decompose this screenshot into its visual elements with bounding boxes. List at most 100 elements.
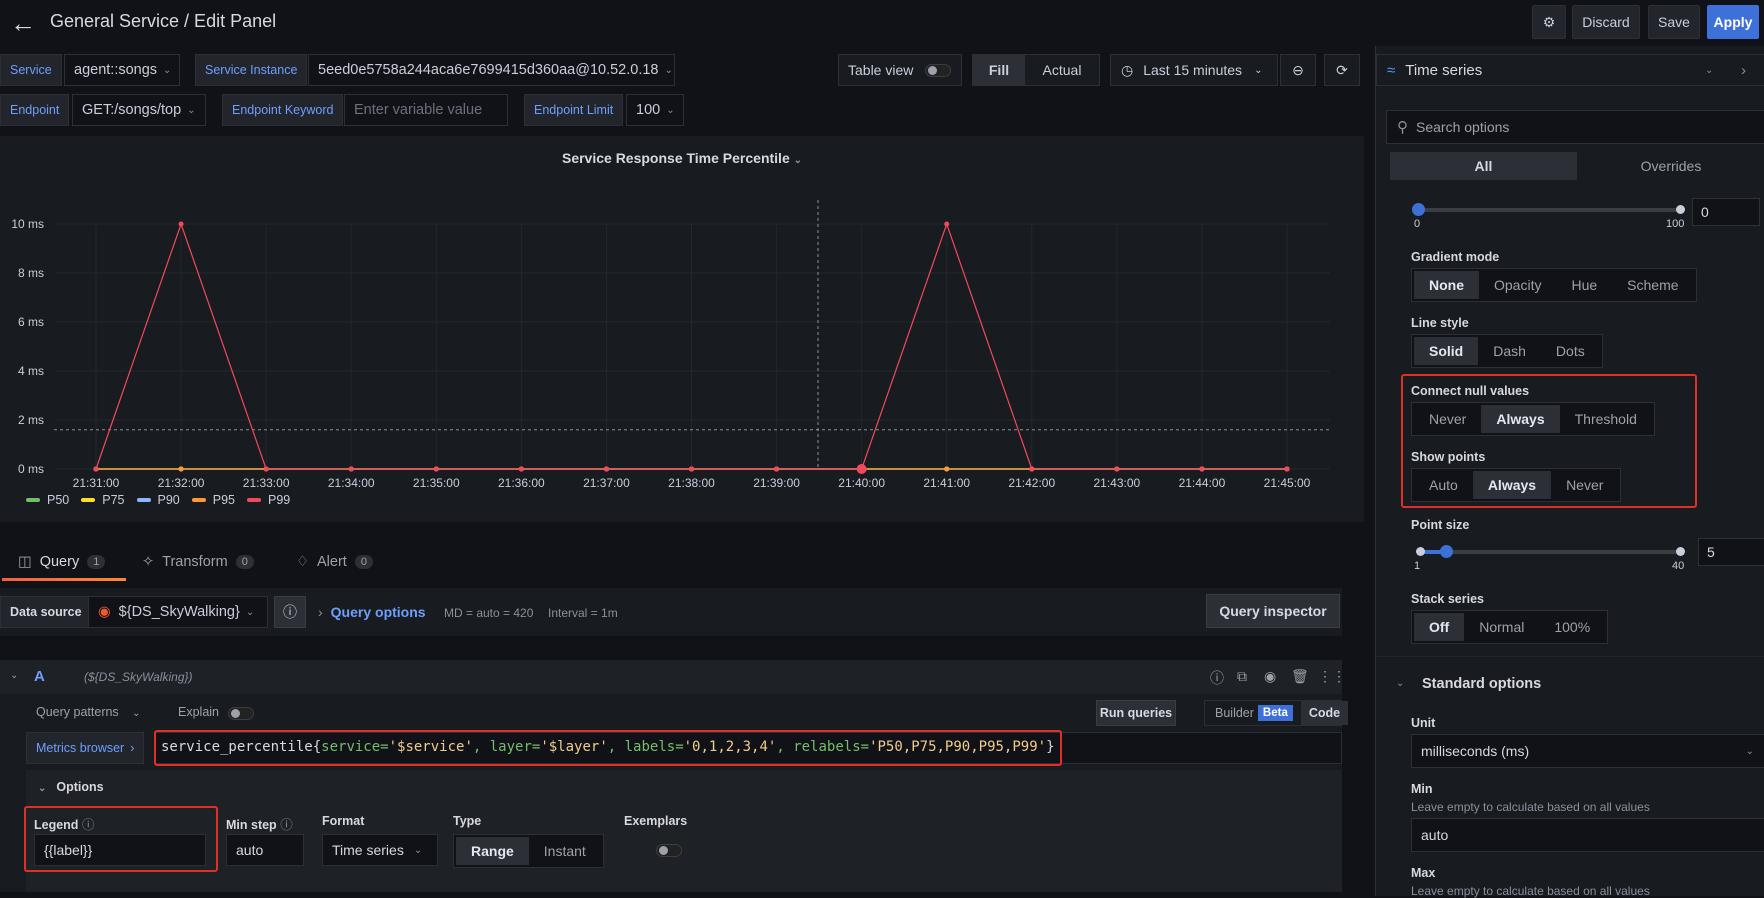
show-points-option-auto[interactable]: Auto xyxy=(1414,471,1473,499)
gradient-mode-option-hue[interactable]: Hue xyxy=(1556,271,1612,299)
variable-label-endpoint-keyword: Endpoint Keyword xyxy=(222,94,344,126)
tab-all[interactable]: All xyxy=(1390,152,1577,180)
show-points-radio: Auto Always Never xyxy=(1411,468,1622,502)
query-ref-id[interactable]: A xyxy=(34,668,45,685)
help-button[interactable]: ⓘ xyxy=(274,596,306,628)
connect-null-option-threshold[interactable]: Threshold xyxy=(1560,405,1652,433)
min-step-label: Min step ⓘ xyxy=(226,818,293,832)
exemplars-toggle[interactable] xyxy=(656,844,683,857)
min-step-input[interactable]: auto xyxy=(226,834,304,866)
explain-toggle[interactable] xyxy=(228,707,254,720)
gradient-mode-option-opacity[interactable]: Opacity xyxy=(1479,271,1556,299)
active-tab-underline xyxy=(2,578,126,581)
zoom-out-button[interactable]: ⊖ xyxy=(1280,54,1316,86)
line-style-option-dots[interactable]: Dots xyxy=(1541,337,1600,365)
legend-item[interactable]: P75 xyxy=(81,493,125,507)
slider-handle[interactable] xyxy=(1440,545,1453,558)
visualization-picker[interactable]: ≈ Time series ⌄ › xyxy=(1376,54,1764,86)
clock-icon: ◷ xyxy=(1121,61,1134,78)
format-select[interactable]: Time series ⌄ xyxy=(322,834,438,866)
query-patterns-dropdown[interactable]: Query patterns ⌄ xyxy=(36,705,141,719)
endpoint-select[interactable]: GET:/songs/top ⌄ xyxy=(72,94,206,126)
connect-null-option-never[interactable]: Never xyxy=(1414,405,1481,433)
metrics-browser-button[interactable]: Metrics browser › xyxy=(26,732,145,764)
connect-null-option-always[interactable]: Always xyxy=(1481,405,1560,433)
chevron-down-icon: ⌄ xyxy=(245,606,255,618)
time-range-picker[interactable]: ◷ Last 15 minutes ⌄ xyxy=(1110,54,1278,86)
fill-opacity-input[interactable]: 0 xyxy=(1692,198,1760,226)
duplicate-icon[interactable]: ⧉ xyxy=(1237,668,1247,685)
type-instant-option[interactable]: Instant xyxy=(529,837,601,865)
line-style-label: Line style xyxy=(1411,316,1469,330)
point-size-slider[interactable] xyxy=(1416,545,1685,558)
run-queries-button[interactable]: Run queries xyxy=(1096,700,1176,726)
data-point-p99 xyxy=(263,466,269,472)
builder-mode-button[interactable]: Builder xyxy=(1205,706,1258,720)
fill-button[interactable]: Fill xyxy=(973,55,1025,85)
line-style-option-solid[interactable]: Solid xyxy=(1414,337,1479,365)
tab-transform[interactable]: ✧ Transform 0 xyxy=(142,544,254,580)
tab-alert[interactable]: ♢ Alert 0 xyxy=(296,544,373,580)
drag-handle-icon[interactable]: ⋮⋮ xyxy=(1318,668,1346,685)
x-tick-label: 21:32:00 xyxy=(158,476,205,490)
format-label: Format xyxy=(322,814,365,828)
query-datasource-name: (${DS_SkyWalking}) xyxy=(84,670,193,684)
show-points-option-always[interactable]: Always xyxy=(1472,471,1552,499)
query-inspector-button[interactable]: Query inspector xyxy=(1206,594,1340,628)
type-range-option[interactable]: Range xyxy=(456,837,529,865)
options-toggle[interactable]: ⌄ Options xyxy=(38,780,104,794)
x-tick-label: 21:35:00 xyxy=(413,476,460,490)
service-instance-select[interactable]: 5eed0e5758a244aca6e7699415d360aa@10.52.0… xyxy=(308,54,675,86)
settings-button[interactable]: ⚙ xyxy=(1532,5,1566,39)
unit-select[interactable]: milliseconds (ms) ⌄ xyxy=(1411,734,1764,768)
endpoint-limit-select[interactable]: 100 ⌄ xyxy=(626,94,684,126)
stack-series-option-100[interactable]: 100% xyxy=(1539,613,1605,641)
stack-series-option-off[interactable]: Off xyxy=(1414,613,1465,641)
fill-opacity-slider[interactable] xyxy=(1412,203,1685,216)
endpoint-keyword-input[interactable]: Enter variable value xyxy=(344,94,508,126)
legend-item[interactable]: P50 xyxy=(26,493,69,507)
gradient-mode-radio: None Opacity Hue Scheme xyxy=(1411,268,1697,302)
discard-button[interactable]: Discard xyxy=(1572,5,1640,39)
legend-item[interactable]: P95 xyxy=(191,493,235,507)
stack-series-option-normal[interactable]: Normal xyxy=(1464,613,1539,641)
eye-icon[interactable]: ◉ xyxy=(1264,668,1276,685)
legend-swatch xyxy=(136,498,151,502)
data-point-p95 xyxy=(944,466,950,472)
actual-button[interactable]: Actual xyxy=(1025,62,1099,78)
legend-item[interactable]: P99 xyxy=(247,493,290,507)
toggle-switch[interactable] xyxy=(925,63,952,77)
bell-icon: ♢ xyxy=(296,554,309,570)
tab-overrides[interactable]: Overrides xyxy=(1577,152,1764,180)
help-icon[interactable]: ⓘ xyxy=(1210,668,1224,688)
standard-options-header[interactable]: Standard options xyxy=(1422,676,1541,692)
show-points-label: Show points xyxy=(1411,450,1486,464)
datasource-select[interactable]: ◉ ${DS_SkyWalking} ⌄ xyxy=(88,596,268,628)
show-points-option-never[interactable]: Never xyxy=(1551,471,1618,499)
query-row-a: ⌄ A (${DS_SkyWalking}) ⓘ ⧉ ◉ 🗑 ⋮⋮ Query … xyxy=(0,660,1349,892)
table-view-toggle[interactable]: Table view xyxy=(838,54,962,86)
collapse-icon[interactable]: ⌄ xyxy=(10,670,18,681)
service-select[interactable]: agent::songs ⌄ xyxy=(64,54,180,86)
save-button[interactable]: Save xyxy=(1648,5,1700,39)
refresh-button[interactable]: ⟳ xyxy=(1324,54,1360,86)
code-mode-button[interactable]: Code xyxy=(1300,701,1349,725)
chevron-down-icon[interactable]: ⌄ xyxy=(1396,678,1404,689)
trash-icon[interactable]: 🗑 xyxy=(1291,668,1309,685)
line-style-option-dash[interactable]: Dash xyxy=(1478,337,1541,365)
chevron-right-icon[interactable]: › xyxy=(1741,62,1746,79)
legend-item[interactable]: P90 xyxy=(136,493,180,507)
slider-min: 1 xyxy=(1414,560,1421,572)
slider-handle[interactable] xyxy=(1412,203,1425,216)
gradient-mode-option-scheme[interactable]: Scheme xyxy=(1612,271,1693,299)
query-options-toggle[interactable]: › Query options xyxy=(318,604,426,620)
tab-query[interactable]: ◫ Query 1 xyxy=(18,544,106,580)
search-options-input[interactable]: ⚲ Search options xyxy=(1386,110,1764,144)
chevron-down-icon: ⌄ xyxy=(163,64,172,76)
point-size-input[interactable]: 5 xyxy=(1698,538,1764,566)
options-section xyxy=(26,770,1342,892)
back-arrow-icon[interactable]: ← xyxy=(10,8,36,39)
min-input[interactable]: auto xyxy=(1411,818,1764,852)
gradient-mode-option-none[interactable]: None xyxy=(1414,271,1479,299)
apply-button[interactable]: Apply xyxy=(1707,5,1759,39)
